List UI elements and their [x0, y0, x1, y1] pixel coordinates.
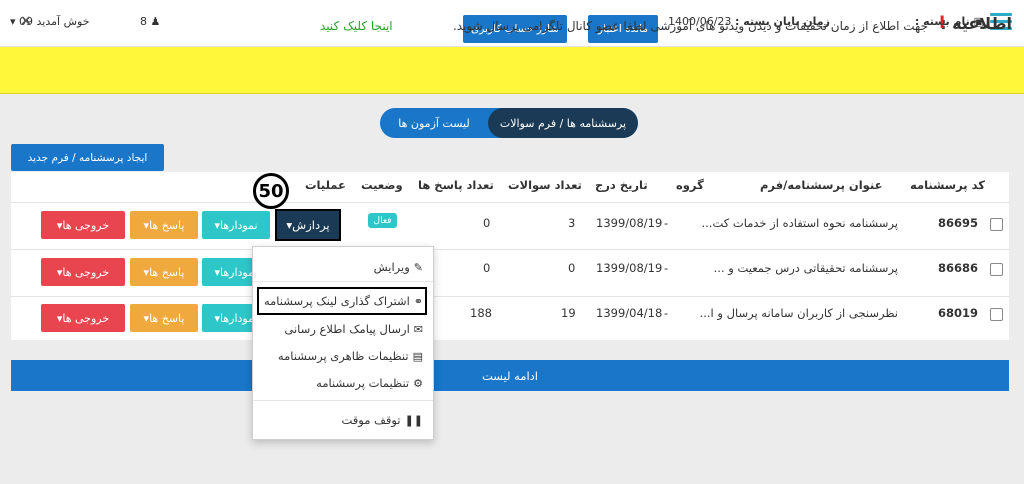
user-count: 8 ♟	[140, 15, 161, 28]
row-answers: 188	[470, 306, 492, 320]
link-icon: ⚭	[413, 295, 423, 308]
row-title[interactable]: پرسشنامه نحوه استفاده از خدمات کت...	[702, 216, 899, 230]
image-icon: ▤	[412, 350, 423, 363]
outputs-button[interactable]: ▾ خروجی ها	[41, 258, 125, 286]
gears-icon: ⚙	[413, 377, 423, 390]
tab-group: لیست آزمون ها پرسشنامه ها / فرم سوالات	[380, 108, 638, 138]
row-date: 1399/08/19	[596, 216, 663, 230]
col-date: تاریخ درج	[595, 178, 648, 192]
row-divider	[11, 202, 1009, 203]
col-group: گروه	[676, 178, 704, 192]
alert-exclaim: !	[938, 13, 946, 33]
menu-item-pause[interactable]: ❚❚توقف موقت	[341, 413, 423, 427]
row-title[interactable]: نظرسنجی از کاربران سامانه پرسال و ا...	[700, 306, 898, 320]
row-code: 86686	[938, 261, 979, 275]
row-date: 1399/04/18	[596, 306, 663, 320]
row-code: 86695	[938, 216, 979, 230]
menu-item-edit[interactable]: ✎ویرایش	[374, 260, 423, 274]
caret-down-icon: ▾	[10, 15, 16, 28]
row-answers: 0	[483, 261, 491, 275]
annotation-number: 50	[253, 173, 289, 209]
status-badge: فعال	[368, 213, 397, 228]
col-title: عنوان پرسشنامه/فرم	[760, 178, 883, 192]
alert-title: اطلاعیه :	[940, 14, 1012, 33]
outputs-button[interactable]: ▾ خروجی ها	[41, 211, 125, 239]
edit-icon: ✎	[413, 261, 423, 274]
menu-item-send-sms[interactable]: ✉ارسال پیامک اطلاع رسانی	[284, 322, 423, 336]
row-code: 68019	[938, 306, 979, 320]
row-checkbox[interactable]	[990, 218, 1003, 231]
row-questions: 3	[568, 216, 576, 230]
continue-list-button[interactable]: ادامه لیست	[11, 360, 1009, 391]
alert-link[interactable]: اینجا کلیک کنید	[320, 19, 393, 33]
row-checkbox[interactable]	[990, 263, 1003, 276]
answers-button[interactable]: ▾ پاسخ ها	[130, 304, 198, 332]
tab-exams[interactable]: لیست آزمون ها	[380, 108, 488, 138]
process-dropdown-menu: ✎ویرایش ⚭اشتراک گذاری لینک پرسشنامه ✉ارس…	[252, 246, 434, 440]
row-group: -	[664, 306, 669, 320]
alert-banner	[0, 47, 1024, 94]
row-group: -	[664, 261, 669, 275]
alert-message: جهت اطلاع از زمان تخفیفات و دیدن ویدئو ه…	[452, 19, 928, 33]
col-code: کد پرسشنامه	[910, 178, 985, 192]
menu-divider	[253, 281, 433, 282]
envelope-icon: ✉	[413, 323, 423, 336]
menu-item-settings[interactable]: ⚙تنظیمات پرسشنامه	[316, 376, 423, 390]
answers-button[interactable]: ▾ پاسخ ها	[130, 258, 198, 286]
outputs-button[interactable]: ▾ خروجی ها	[41, 304, 125, 332]
charts-button[interactable]: ▾ نمودارها	[202, 211, 270, 239]
row-divider	[11, 296, 1009, 297]
menu-divider	[253, 400, 433, 401]
new-form-button[interactable]: ایجاد پرسشنامه / فرم جدید	[11, 144, 164, 171]
row-date: 1399/08/19	[596, 261, 663, 275]
col-operations: عملیات	[305, 178, 346, 192]
row-questions: 0	[568, 261, 576, 275]
tab-questionnaires[interactable]: پرسشنامه ها / فرم سوالات	[488, 108, 638, 138]
process-button[interactable]: ▾ پردازش	[275, 209, 341, 241]
row-title[interactable]: پرسشنامه تحقیقاتی درس جمعیت و ...	[714, 261, 898, 275]
col-status: وضعیت	[361, 178, 403, 192]
row-divider	[11, 249, 1009, 250]
row-checkbox[interactable]	[990, 308, 1003, 321]
row-questions: 19	[561, 306, 576, 320]
col-questions: تعداد سوالات	[508, 178, 582, 192]
close-icon[interactable]: ×	[20, 13, 32, 29]
menu-item-share-link[interactable]: ⚭اشتراک گذاری لینک پرسشنامه	[264, 294, 423, 308]
row-group: -	[664, 216, 669, 230]
answers-button[interactable]: ▾ پاسخ ها	[130, 211, 198, 239]
menu-item-appearance-settings[interactable]: ▤تنظیمات ظاهری پرسشنامه	[278, 349, 423, 363]
col-answers: تعداد پاسخ ها	[418, 178, 494, 192]
user-icon: ♟	[150, 15, 161, 28]
row-answers: 0	[483, 216, 491, 230]
pause-icon: ❚❚	[404, 414, 423, 427]
